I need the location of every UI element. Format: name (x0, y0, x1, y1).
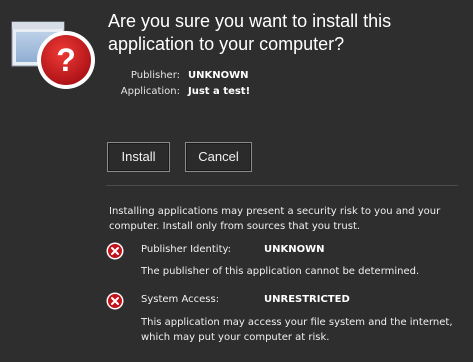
risk-label: Publisher Identity: (141, 244, 232, 255)
risk-description: This application may access your file sy… (141, 317, 453, 343)
risk-value: UNKNOWN (264, 244, 325, 255)
app-question-icon: ? (10, 20, 96, 90)
error-x-icon (106, 242, 124, 260)
error-x-icon (106, 292, 124, 310)
security-warning: Installing applications may present a se… (109, 206, 441, 232)
cancel-button[interactable]: Cancel (185, 142, 252, 172)
application-row: Application: Just a test! (106, 84, 250, 100)
install-button[interactable]: Install (107, 142, 170, 172)
dialog-title: Are you sure you want to install this ap… (108, 11, 392, 54)
risk-system-access: System Access: UNRESTRICTED (141, 293, 350, 307)
application-value: Just a test! (188, 86, 251, 97)
risk-publisher-identity: Publisher Identity: UNKNOWN (141, 243, 325, 257)
risk-value: UNRESTRICTED (264, 294, 350, 305)
publisher-label: Publisher: (130, 70, 180, 81)
publisher-row: Publisher: UNKNOWN (106, 68, 250, 84)
risk-description: The publisher of this application cannot… (141, 266, 420, 277)
app-info: Publisher: UNKNOWN Application: Just a t… (106, 68, 250, 100)
publisher-value: UNKNOWN (188, 70, 249, 81)
svg-text:?: ? (56, 42, 76, 78)
divider (106, 185, 458, 186)
risk-label: System Access: (141, 294, 220, 305)
application-label: Application: (120, 86, 180, 97)
